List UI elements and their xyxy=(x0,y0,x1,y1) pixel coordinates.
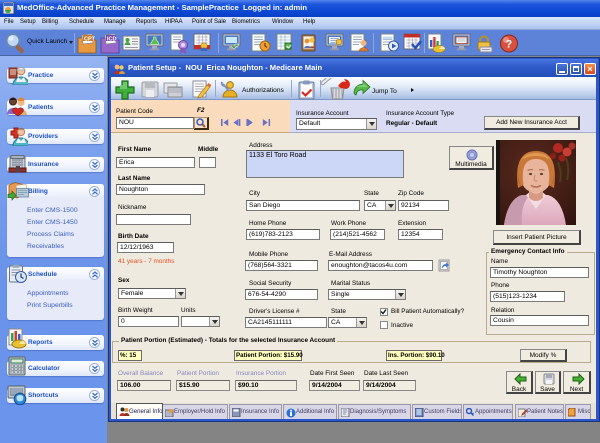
svg-text:ICD: ICD xyxy=(107,37,117,43)
svg-text:?: ? xyxy=(506,39,513,51)
svg-text:CPT: CPT xyxy=(84,37,96,43)
